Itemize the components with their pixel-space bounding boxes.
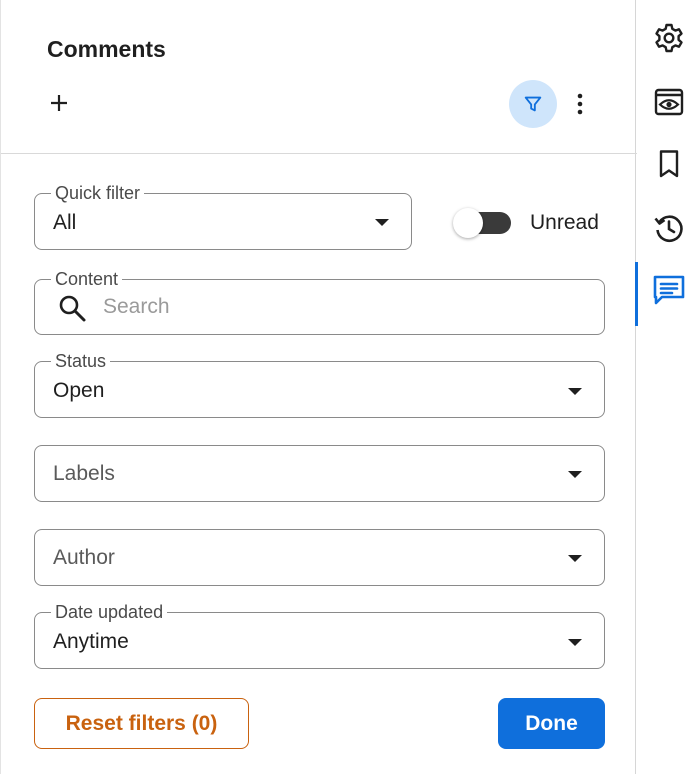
filter-button[interactable] xyxy=(509,80,557,128)
search-input[interactable] xyxy=(103,292,583,322)
more-vertical-icon xyxy=(577,93,583,115)
rail-item-settings[interactable] xyxy=(637,10,700,66)
comment-icon xyxy=(653,275,684,305)
chevron-down-icon xyxy=(568,639,582,646)
date-updated-select[interactable]: Date updated Anytime xyxy=(34,601,605,669)
status-label: Status xyxy=(51,350,111,372)
content-label: Content xyxy=(51,268,123,290)
rail-item-history[interactable] xyxy=(637,200,700,256)
panel-title: Comments xyxy=(47,36,166,62)
history-icon xyxy=(653,215,683,243)
chevron-down-icon xyxy=(568,388,582,395)
chevron-down-icon xyxy=(568,471,582,478)
chevron-down-icon xyxy=(375,219,389,226)
quick-filter-label: Quick filter xyxy=(51,182,145,204)
author-placeholder: Author xyxy=(53,546,115,569)
quick-filter-select[interactable]: Quick filter All xyxy=(34,182,412,250)
toggle-knob xyxy=(453,208,483,238)
status-value: Open xyxy=(53,379,105,402)
chevron-down-icon xyxy=(568,555,582,562)
search-icon xyxy=(59,295,86,322)
rail-item-bookmarks[interactable] xyxy=(637,136,700,192)
done-button[interactable]: Done xyxy=(498,698,605,749)
side-rail xyxy=(635,0,700,774)
gear-icon xyxy=(654,23,683,53)
unread-toggle[interactable] xyxy=(453,208,511,238)
content-search-field: Content xyxy=(34,268,605,335)
date-updated-label: Date updated xyxy=(51,601,168,623)
status-select[interactable]: Status Open xyxy=(34,350,605,418)
author-select[interactable]: Author xyxy=(34,529,605,586)
more-options-button[interactable] xyxy=(567,90,593,118)
labels-placeholder: Labels xyxy=(53,462,115,485)
labels-select[interactable]: Labels xyxy=(34,445,605,502)
date-updated-value: Anytime xyxy=(53,630,129,653)
rail-item-comments[interactable] xyxy=(635,262,700,326)
comments-panel: Comments Quick filter All Unread Content xyxy=(0,0,637,774)
unread-toggle-label: Unread xyxy=(530,211,599,234)
bookmark-icon xyxy=(659,150,678,178)
add-comment-button[interactable] xyxy=(45,89,73,117)
quick-filter-value: All xyxy=(53,211,77,234)
eye-preview-icon xyxy=(654,88,683,116)
plus-icon xyxy=(51,95,67,111)
reset-filters-button[interactable]: Reset filters (0) xyxy=(34,698,249,749)
header-divider xyxy=(1,153,637,154)
filter-icon xyxy=(524,96,542,112)
rail-item-preview[interactable] xyxy=(637,74,700,130)
